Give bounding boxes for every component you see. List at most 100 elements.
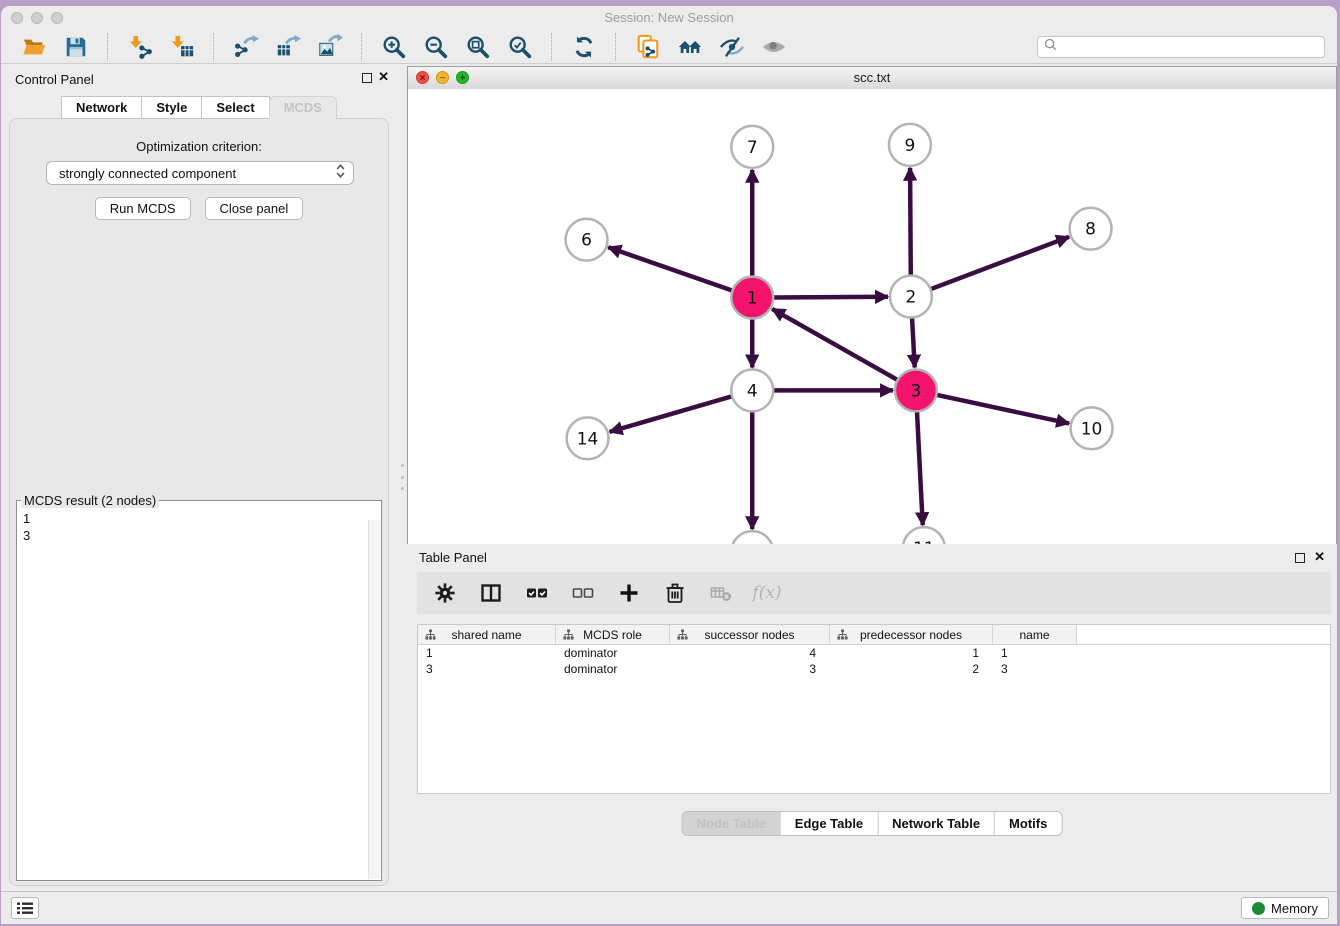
network-overview-icon[interactable] bbox=[677, 34, 703, 60]
edge-3-1[interactable] bbox=[772, 309, 897, 380]
table-panel-close-button[interactable]: ✕ bbox=[1314, 549, 1325, 565]
cell-name[interactable]: 1 bbox=[993, 646, 1077, 660]
edge-1-6[interactable] bbox=[608, 247, 732, 290]
cell-name[interactable]: 3 bbox=[993, 662, 1077, 676]
select-all-columns-icon[interactable] bbox=[525, 581, 549, 605]
edge-1-2[interactable] bbox=[773, 297, 888, 298]
delete-column-icon[interactable] bbox=[663, 581, 687, 605]
hide-graphics-details-icon[interactable] bbox=[719, 34, 745, 60]
edge-2-3[interactable] bbox=[912, 318, 915, 368]
network-canvas[interactable]: 7968124314101511 bbox=[408, 89, 1336, 591]
cell-MCDS-role[interactable]: dominator bbox=[556, 646, 670, 660]
table-body: 1dominator4113dominator323 bbox=[418, 645, 1330, 677]
column-type-icon bbox=[425, 629, 436, 643]
node-2[interactable]: 2 bbox=[890, 276, 932, 318]
export-network-icon[interactable] bbox=[233, 34, 259, 60]
node-10[interactable]: 10 bbox=[1071, 407, 1113, 449]
node-7[interactable]: 7 bbox=[731, 126, 773, 168]
tab-edge-table[interactable]: Edge Table bbox=[780, 812, 877, 835]
toolbar-separator bbox=[361, 33, 363, 61]
tab-select[interactable]: Select bbox=[201, 96, 269, 119]
save-session-icon[interactable] bbox=[63, 34, 89, 60]
node-14[interactable]: 14 bbox=[567, 417, 609, 459]
zoom-out-icon[interactable] bbox=[423, 34, 449, 60]
task-history-button[interactable] bbox=[11, 897, 39, 919]
tab-network-table[interactable]: Network Table bbox=[877, 812, 994, 835]
result-scrollbar[interactable] bbox=[368, 520, 380, 879]
edge-4-14[interactable] bbox=[610, 396, 733, 432]
cell-successor-nodes[interactable]: 3 bbox=[670, 662, 830, 676]
column-header-successor-nodes[interactable]: successor nodes bbox=[670, 625, 830, 644]
node-table: shared nameMCDS rolesuccessor nodesprede… bbox=[417, 624, 1331, 794]
tab-mcds[interactable]: MCDS bbox=[269, 96, 337, 119]
column-header-predecessor-nodes[interactable]: predecessor nodes bbox=[830, 625, 993, 644]
cell-predecessor-nodes[interactable]: 1 bbox=[830, 646, 993, 660]
clone-network-icon[interactable] bbox=[635, 34, 661, 60]
cell-predecessor-nodes[interactable]: 2 bbox=[830, 662, 993, 676]
maximize-window-button[interactable] bbox=[51, 12, 63, 24]
node-4[interactable]: 4 bbox=[731, 369, 773, 411]
tab-network[interactable]: Network bbox=[61, 96, 142, 119]
column-header-name[interactable]: name bbox=[993, 625, 1077, 644]
close-panel-button[interactable]: Close panel bbox=[205, 197, 304, 220]
cell-shared-name[interactable]: 3 bbox=[418, 662, 556, 676]
minimize-window-button[interactable] bbox=[31, 12, 43, 24]
add-column-icon[interactable] bbox=[617, 581, 641, 605]
export-image-icon[interactable] bbox=[317, 34, 343, 60]
unselect-all-columns-icon[interactable] bbox=[571, 581, 595, 605]
node-9[interactable]: 9 bbox=[889, 124, 931, 166]
network-maximize-button[interactable]: + bbox=[456, 71, 469, 84]
tab-motifs[interactable]: Motifs bbox=[994, 812, 1061, 835]
control-panel-close-button[interactable]: ✕ bbox=[378, 69, 389, 85]
optimization-criterion-select[interactable]: strongly connected component bbox=[46, 161, 354, 185]
column-type-icon bbox=[563, 629, 574, 643]
close-window-button[interactable] bbox=[11, 12, 23, 24]
table-settings-icon[interactable] bbox=[433, 581, 457, 605]
open-file-icon[interactable] bbox=[21, 34, 47, 60]
zoom-in-icon[interactable] bbox=[381, 34, 407, 60]
task-list-icon bbox=[17, 902, 33, 915]
network-window-titlebar[interactable]: × − + scc.txt bbox=[408, 67, 1336, 90]
column-type-icon bbox=[837, 629, 848, 643]
edge-3-10[interactable] bbox=[936, 395, 1069, 424]
export-table-icon[interactable] bbox=[275, 34, 301, 60]
tab-style[interactable]: Style bbox=[141, 96, 202, 119]
network-graph[interactable]: 7968124314101511 bbox=[408, 89, 1336, 591]
node-6[interactable]: 6 bbox=[566, 219, 608, 261]
import-network-icon[interactable] bbox=[127, 34, 153, 60]
table-row[interactable]: 1dominator411 bbox=[418, 645, 1330, 661]
table-row[interactable]: 3dominator323 bbox=[418, 661, 1330, 677]
network-window-title: scc.txt bbox=[408, 67, 1336, 88]
search-box[interactable] bbox=[1037, 36, 1325, 58]
import-table-icon[interactable] bbox=[169, 34, 195, 60]
column-header-MCDS-role[interactable]: MCDS role bbox=[556, 625, 670, 644]
node-3[interactable]: 3 bbox=[895, 369, 937, 411]
column-header-shared-name[interactable]: shared name bbox=[418, 625, 556, 644]
run-mcds-button[interactable]: Run MCDS bbox=[95, 197, 191, 220]
mcds-result-text: 1 3 bbox=[17, 508, 381, 546]
control-panel-float-button[interactable] bbox=[362, 73, 372, 83]
split-columns-icon[interactable] bbox=[479, 581, 503, 605]
cell-successor-nodes[interactable]: 4 bbox=[670, 646, 830, 660]
node-1[interactable]: 1 bbox=[731, 277, 773, 319]
edge-2-8[interactable] bbox=[931, 237, 1070, 289]
show-graphics-details-icon[interactable] bbox=[761, 34, 787, 60]
table-panel-float-button[interactable] bbox=[1295, 553, 1305, 563]
network-close-button[interactable]: × bbox=[416, 71, 429, 84]
refresh-layout-icon[interactable] bbox=[571, 34, 597, 60]
network-window-lights: × − + bbox=[416, 71, 469, 84]
memory-status-icon bbox=[1252, 902, 1265, 915]
memory-button[interactable]: Memory bbox=[1241, 897, 1329, 919]
edge-2-9[interactable] bbox=[910, 168, 911, 276]
cell-shared-name[interactable]: 1 bbox=[418, 646, 556, 660]
vertical-splitter-handle[interactable] bbox=[400, 464, 405, 490]
search-input[interactable] bbox=[1061, 39, 1318, 55]
tab-node-table[interactable]: Node Table bbox=[683, 812, 780, 835]
zoom-selected-icon[interactable] bbox=[507, 34, 533, 60]
edge-3-11[interactable] bbox=[917, 411, 923, 525]
function-builder-icon: f(x) bbox=[755, 581, 779, 605]
node-8[interactable]: 8 bbox=[1070, 208, 1112, 250]
cell-MCDS-role[interactable]: dominator bbox=[556, 662, 670, 676]
network-minimize-button[interactable]: − bbox=[436, 71, 449, 84]
zoom-fit-icon[interactable] bbox=[465, 34, 491, 60]
